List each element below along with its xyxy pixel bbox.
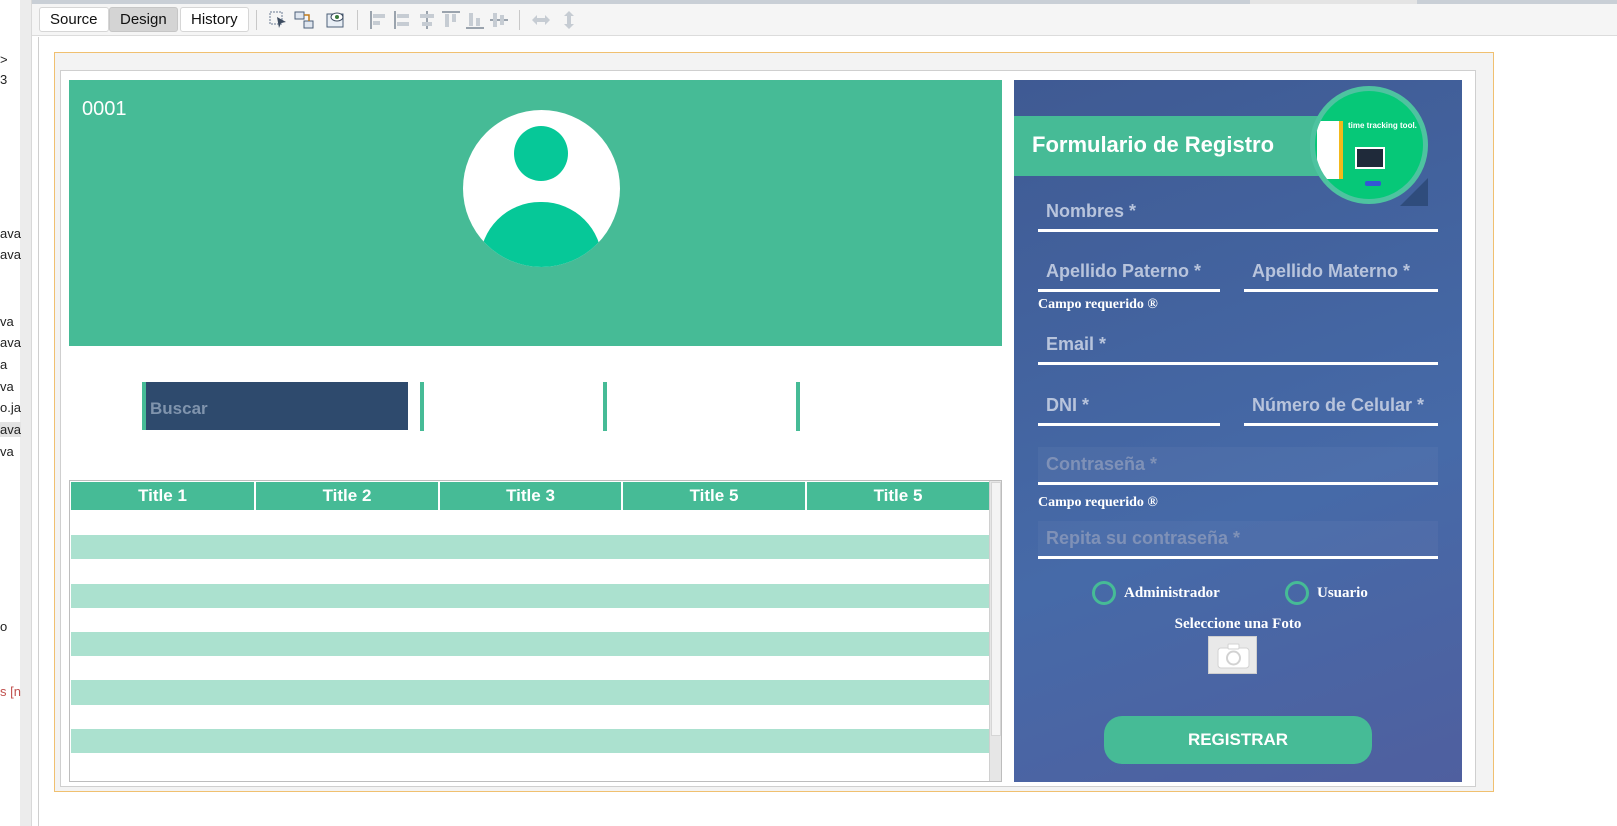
align-right-icon[interactable] — [392, 9, 414, 31]
required-field-note: Campo requerido ® — [1038, 495, 1158, 510]
same-height-icon[interactable] — [558, 9, 580, 31]
design-tab[interactable]: Design — [109, 7, 178, 32]
contrasena-input[interactable] — [1038, 447, 1438, 482]
apellido-paterno-field — [1038, 254, 1220, 292]
explorer-fragment[interactable]: 3 — [0, 72, 7, 87]
explorer-fragment[interactable]: ava — [0, 226, 21, 241]
celular-field — [1244, 388, 1438, 426]
column-header[interactable]: Title 5 — [623, 482, 807, 510]
toolbar-separator-marker — [420, 382, 424, 431]
photo-label: Seleccione una Foto — [1174, 616, 1302, 632]
user-avatar-icon — [463, 110, 620, 267]
explorer-fragment-selected[interactable]: ava — [0, 422, 21, 437]
role-admin-label: Administrador — [1124, 584, 1220, 601]
repita-contrasena-field — [1038, 521, 1438, 559]
connection-mode-icon[interactable] — [293, 9, 315, 31]
table-row[interactable] — [71, 607, 989, 632]
table-row[interactable] — [71, 728, 989, 753]
table-row[interactable] — [71, 583, 989, 608]
table-row[interactable] — [71, 559, 989, 584]
explorer-fragment[interactable]: s [n — [0, 684, 21, 699]
register-button[interactable]: REGISTRAR — [1104, 716, 1372, 764]
table-row[interactable] — [71, 535, 989, 560]
table-row[interactable] — [71, 680, 989, 705]
column-header[interactable]: Title 3 — [440, 482, 623, 510]
table-row[interactable] — [71, 656, 989, 681]
history-tab[interactable]: History — [180, 7, 249, 32]
align-left-icon[interactable] — [368, 9, 390, 31]
explorer-fragment[interactable]: o.ja — [0, 400, 21, 415]
role-user-label: Usuario — [1317, 584, 1368, 601]
repita-contrasena-input[interactable] — [1038, 521, 1438, 556]
explorer-fragment[interactable]: va — [0, 379, 14, 394]
explorer-fragment[interactable]: va — [0, 444, 14, 459]
search-field — [142, 382, 408, 430]
form-title: Formulario de Registro — [1032, 132, 1275, 157]
toolbar-separator-marker — [603, 382, 607, 431]
center-horizontally-icon[interactable] — [416, 9, 438, 31]
table-scrollbar-thumb[interactable] — [991, 482, 1001, 736]
nombres-field — [1038, 194, 1438, 232]
explorer-fragment[interactable]: ava — [0, 335, 21, 350]
explorer-scrollbar[interactable] — [20, 0, 31, 826]
project-explorer-strip: > 3 ava ava va ava a va o.ja ava va o s … — [0, 0, 32, 826]
table-row[interactable] — [71, 752, 989, 778]
explorer-fragment[interactable]: ava — [0, 247, 21, 262]
table-scrollbar[interactable] — [989, 481, 1001, 781]
data-table[interactable]: Title 1 Title 2 Title 3 Title 5 Title 5 — [69, 480, 1002, 782]
contrasena-field — [1038, 447, 1438, 485]
column-header[interactable]: Title 2 — [256, 482, 440, 510]
align-top-icon[interactable] — [440, 9, 462, 31]
table-row[interactable] — [71, 511, 989, 536]
logo-text: time tracking tool. — [1348, 121, 1417, 130]
explorer-fragment[interactable]: o — [0, 619, 7, 634]
explorer-fragment[interactable]: > — [0, 52, 8, 67]
explorer-fragment[interactable]: va — [0, 314, 14, 329]
radio-circle-icon[interactable] — [1285, 581, 1309, 605]
table-row[interactable] — [71, 631, 989, 657]
brand-logo: time tracking tool. — [1310, 86, 1428, 204]
table-body — [71, 511, 989, 778]
table-row[interactable] — [71, 704, 989, 729]
align-bottom-icon[interactable] — [464, 9, 486, 31]
search-input[interactable] — [146, 382, 408, 430]
email-input[interactable] — [1038, 327, 1438, 362]
email-field — [1038, 327, 1438, 365]
apellido-materno-field — [1244, 254, 1438, 292]
column-header[interactable]: Title 5 — [807, 482, 989, 510]
role-user-radio[interactable]: Usuario — [1285, 581, 1368, 605]
apellido-materno-input[interactable] — [1244, 254, 1438, 289]
selection-mode-icon[interactable] — [268, 9, 290, 31]
registration-panel: Formulario de Registro time tracking too… — [1014, 80, 1462, 782]
preview-design-icon[interactable] — [325, 9, 347, 31]
same-width-icon[interactable] — [530, 9, 552, 31]
toolbar-separator-marker — [796, 382, 800, 431]
celular-input[interactable] — [1244, 388, 1438, 423]
profile-number-label: 0001 — [82, 98, 127, 120]
table-header: Title 1 Title 2 Title 3 Title 5 Title 5 — [71, 482, 989, 510]
camera-icon — [1217, 643, 1250, 669]
dni-field — [1038, 388, 1220, 426]
required-field-note: Campo requerido ® — [1038, 297, 1158, 312]
apellido-paterno-input[interactable] — [1038, 254, 1220, 289]
nombres-input[interactable] — [1038, 194, 1438, 229]
role-admin-radio[interactable]: Administrador — [1092, 581, 1220, 605]
explorer-fragment[interactable]: a — [0, 357, 7, 372]
select-photo-button[interactable] — [1208, 636, 1257, 674]
radio-circle-icon[interactable] — [1092, 581, 1116, 605]
design-toolbar: Source Design History — [32, 4, 1617, 36]
source-tab[interactable]: Source — [39, 7, 109, 32]
dni-input[interactable] — [1038, 388, 1220, 423]
column-header[interactable]: Title 1 — [71, 482, 256, 510]
center-vertically-icon[interactable] — [488, 9, 510, 31]
